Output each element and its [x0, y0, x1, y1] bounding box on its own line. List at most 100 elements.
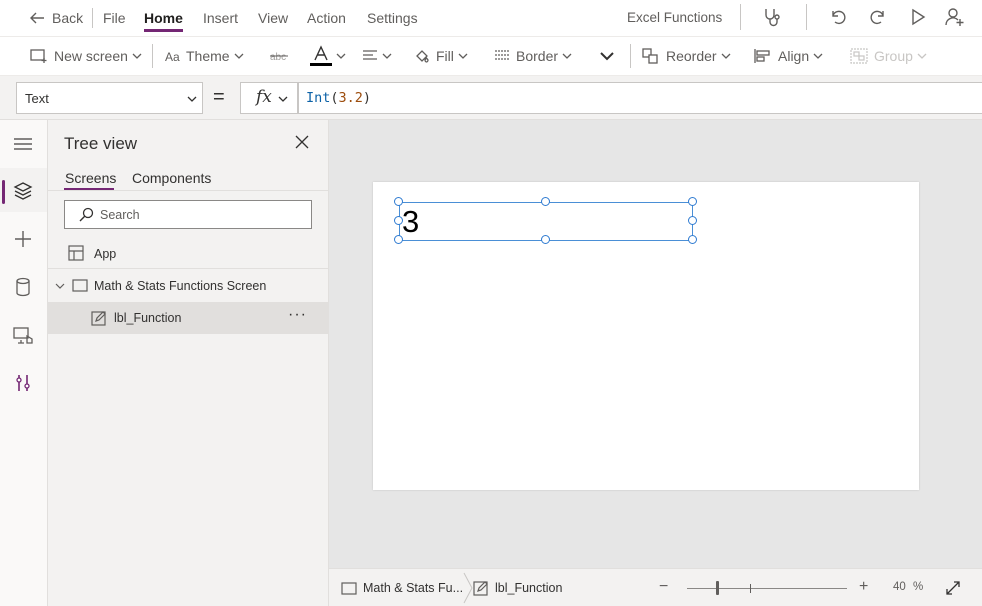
equals-sign: = — [213, 86, 225, 108]
new-screen-label: New screen — [54, 48, 128, 64]
share-user-icon[interactable] — [944, 6, 966, 28]
resize-handle-right[interactable] — [688, 216, 697, 225]
fill-button[interactable]: Fill — [414, 37, 468, 75]
formula-argument: 3.2 — [338, 90, 363, 106]
strikethrough-button[interactable]: abc — [270, 37, 288, 75]
breadcrumb-control-label: lbl_Function — [495, 581, 563, 595]
advanced-tools-icon[interactable] — [12, 372, 34, 394]
border-icon — [494, 49, 510, 63]
tree-item-screen[interactable]: Math & Stats Functions Screen — [48, 270, 328, 302]
divider — [152, 44, 153, 68]
formula-close-paren: ) — [362, 90, 372, 106]
tab-screens[interactable]: Screens — [65, 170, 116, 186]
formula-input[interactable]: Int(3.2) — [298, 82, 982, 114]
app-screen[interactable]: 3 — [373, 182, 919, 490]
zoom-slider-track[interactable] — [687, 588, 847, 589]
chevron-down-icon — [599, 50, 615, 62]
redo-icon[interactable] — [868, 7, 888, 27]
menu-insert[interactable]: Insert — [203, 10, 238, 26]
chevron-down-icon — [721, 52, 731, 60]
close-icon[interactable] — [294, 134, 310, 150]
app-grid-icon — [68, 245, 84, 261]
more-options-icon[interactable]: ··· — [288, 306, 307, 324]
undo-icon[interactable] — [828, 7, 848, 27]
reorder-button[interactable]: Reorder — [642, 37, 731, 75]
rail-active-indicator — [2, 180, 5, 204]
border-button[interactable]: Border — [494, 37, 572, 75]
hamburger-menu-icon[interactable] — [12, 133, 34, 155]
edit-label-icon — [91, 310, 107, 326]
app-checker-icon[interactable] — [761, 6, 783, 28]
align-button[interactable]: Align — [754, 37, 823, 75]
group-button[interactable]: Group — [850, 37, 927, 75]
text-align-button[interactable] — [362, 37, 392, 75]
menu-view[interactable]: View — [258, 10, 288, 26]
tree-item-app[interactable]: App — [48, 238, 328, 270]
search-placeholder: Search — [100, 208, 140, 222]
database-icon[interactable] — [12, 276, 34, 298]
menu-home[interactable]: Home — [144, 10, 183, 26]
tab-screens-underline — [64, 188, 114, 190]
tree-item-lbl-function[interactable]: lbl_Function ··· — [48, 302, 328, 334]
theme-label: Theme — [186, 48, 230, 64]
tree-search-input[interactable]: Search — [64, 200, 312, 229]
layers-tree-view-icon[interactable] — [12, 180, 34, 202]
media-icon[interactable] — [12, 324, 34, 346]
screen-icon — [72, 279, 88, 292]
tab-components[interactable]: Components — [132, 170, 211, 186]
ribbon-toolbar: New screen Aa Theme abc Fill Border Reor… — [0, 36, 982, 76]
font-color-button[interactable] — [310, 37, 346, 75]
zoom-out-button[interactable]: − — [659, 578, 668, 596]
border-label: Border — [516, 48, 559, 64]
align-left-icon — [362, 49, 378, 63]
breadcrumb-screen[interactable]: Math & Stats Fu... — [341, 569, 463, 606]
theme-button[interactable]: Aa Theme — [164, 37, 244, 75]
resize-handle-bottom-left[interactable] — [394, 235, 403, 244]
group-icon — [850, 48, 868, 64]
chevron-down-icon — [278, 95, 288, 103]
resize-handle-top-left[interactable] — [394, 197, 403, 206]
align-label: Align — [778, 48, 810, 64]
chevron-down-icon[interactable] — [55, 282, 65, 290]
tree-item-label: lbl_Function — [114, 311, 182, 325]
divider — [92, 8, 93, 28]
menu-settings[interactable]: Settings — [367, 10, 418, 26]
property-dropdown[interactable]: Text — [16, 82, 203, 114]
chevron-down-icon — [187, 95, 197, 103]
menu-home-underline — [144, 29, 183, 32]
resize-handle-top-right[interactable] — [688, 197, 697, 206]
zoom-unit: % — [913, 581, 924, 593]
zoom-slider-thumb[interactable] — [716, 581, 719, 595]
fill-label: Fill — [436, 48, 454, 64]
menu-file[interactable]: File — [103, 10, 126, 26]
preview-play-icon[interactable] — [908, 7, 928, 27]
strikethrough-icon: abc — [270, 49, 288, 63]
theme-icon: Aa — [164, 48, 180, 64]
font-color-icon — [310, 45, 332, 67]
group-label: Group — [874, 48, 913, 64]
fx-button[interactable]: fx — [240, 82, 298, 114]
lbl-function-control[interactable]: 3 — [394, 197, 697, 244]
formula-function: Int — [306, 90, 331, 106]
resize-handle-bottom[interactable] — [541, 235, 550, 244]
zoom-value: 40 — [893, 581, 906, 593]
resize-handle-left[interactable] — [394, 216, 403, 225]
reorder-label: Reorder — [666, 48, 717, 64]
tree-item-label: Math & Stats Functions Screen — [94, 279, 267, 293]
new-screen-icon — [30, 48, 48, 64]
resize-handle-top[interactable] — [541, 197, 550, 206]
chevron-down-icon — [917, 52, 927, 60]
status-bar: Math & Stats Fu... lbl_Function − + 40 % — [329, 568, 982, 606]
more-ribbon-button[interactable] — [599, 37, 615, 75]
resize-handle-bottom-right[interactable] — [688, 235, 697, 244]
plus-insert-icon[interactable] — [12, 228, 34, 250]
formula-text: Int(3.2) — [306, 90, 371, 106]
menu-action[interactable]: Action — [307, 10, 346, 26]
paint-bucket-icon — [414, 48, 430, 64]
breadcrumb-control[interactable]: lbl_Function — [473, 569, 562, 606]
new-screen-button[interactable]: New screen — [30, 37, 142, 75]
zoom-in-button[interactable]: + — [859, 578, 868, 596]
fit-to-window-icon[interactable] — [945, 580, 961, 596]
search-icon — [78, 207, 94, 223]
back-button[interactable]: Back — [28, 9, 83, 27]
